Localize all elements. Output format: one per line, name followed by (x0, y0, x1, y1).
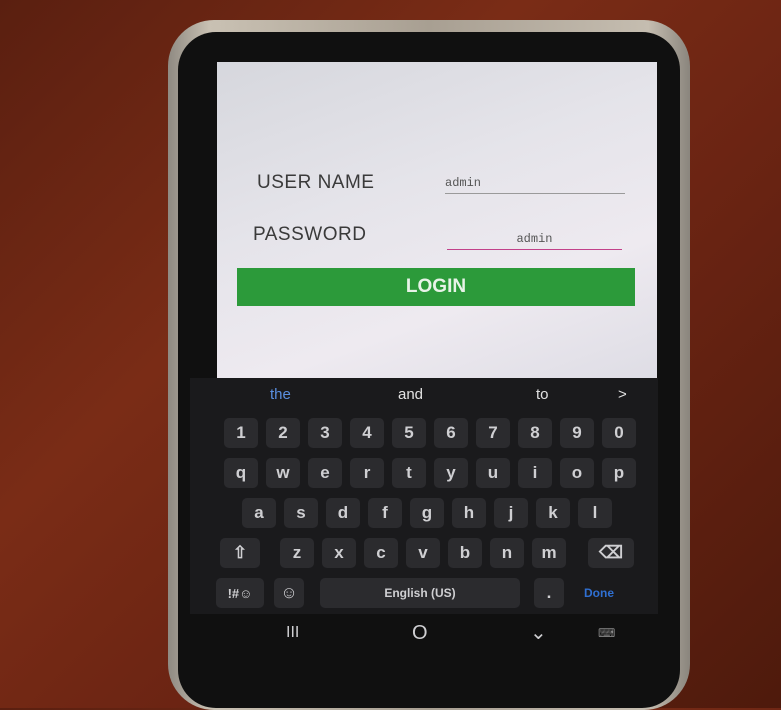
login-button[interactable]: LOGIN (237, 268, 635, 306)
key-t[interactable]: t (392, 458, 426, 488)
key-c[interactable]: c (364, 538, 398, 568)
key-h[interactable]: h (452, 498, 486, 528)
onscreen-keyboard: the and to > 1 2 3 4 5 6 7 8 9 0 q w e r… (190, 378, 658, 614)
key-n[interactable]: n (490, 538, 524, 568)
backspace-key[interactable]: ⌫ (588, 538, 634, 568)
key-b[interactable]: b (448, 538, 482, 568)
key-9[interactable]: 9 (560, 418, 594, 448)
key-g[interactable]: g (410, 498, 444, 528)
key-o[interactable]: o (560, 458, 594, 488)
key-u[interactable]: u (476, 458, 510, 488)
suggestion-the[interactable]: the (270, 386, 291, 403)
qwerty-row: q w e r t y u i o p (190, 458, 658, 492)
key-0[interactable]: 0 (602, 418, 636, 448)
key-a[interactable]: a (242, 498, 276, 528)
done-key[interactable]: Done (574, 578, 624, 608)
key-f[interactable]: f (368, 498, 402, 528)
password-field[interactable]: admin (447, 232, 622, 250)
key-x[interactable]: x (322, 538, 356, 568)
period-key[interactable]: . (534, 578, 564, 608)
home-row: a s d f g h j k l (190, 498, 658, 532)
emoji-key-icon[interactable]: ☺ (274, 578, 304, 608)
key-k[interactable]: k (536, 498, 570, 528)
key-z[interactable]: z (280, 538, 314, 568)
recents-button[interactable]: III (286, 624, 299, 642)
navigation-bar: III O ⌄ ⌨ (190, 614, 658, 664)
key-i[interactable]: i (518, 458, 552, 488)
key-d[interactable]: d (326, 498, 360, 528)
key-r[interactable]: r (350, 458, 384, 488)
space-bar[interactable]: English (US) (320, 578, 520, 608)
key-3[interactable]: 3 (308, 418, 342, 448)
suggestion-to[interactable]: to (536, 386, 549, 403)
key-e[interactable]: e (308, 458, 342, 488)
shift-key[interactable]: ⇧ (220, 538, 260, 568)
key-4[interactable]: 4 (350, 418, 384, 448)
back-button[interactable]: ⌄ (530, 620, 547, 645)
symbols-key[interactable]: !#☺ (216, 578, 264, 608)
key-8[interactable]: 8 (518, 418, 552, 448)
key-w[interactable]: w (266, 458, 300, 488)
key-5[interactable]: 5 (392, 418, 426, 448)
key-m[interactable]: m (532, 538, 566, 568)
key-6[interactable]: 6 (434, 418, 468, 448)
password-label: PASSWORD (253, 224, 367, 245)
key-p[interactable]: p (602, 458, 636, 488)
username-label: USER NAME (257, 172, 375, 193)
bottom-letter-row: ⇧ z x c v b n m ⌫ (190, 538, 658, 572)
key-j[interactable]: j (494, 498, 528, 528)
key-2[interactable]: 2 (266, 418, 300, 448)
key-s[interactable]: s (284, 498, 318, 528)
key-l[interactable]: l (578, 498, 612, 528)
more-suggestions-icon[interactable]: > (618, 386, 627, 403)
key-1[interactable]: 1 (224, 418, 258, 448)
key-7[interactable]: 7 (476, 418, 510, 448)
suggestion-and[interactable]: and (398, 386, 423, 403)
username-field[interactable]: admin (445, 176, 625, 194)
number-row: 1 2 3 4 5 6 7 8 9 0 (190, 418, 658, 452)
key-q[interactable]: q (224, 458, 258, 488)
key-v[interactable]: v (406, 538, 440, 568)
login-screen: USER NAME admin PASSWORD admin LOGIN (217, 62, 657, 378)
action-row: !#☺ ☺ English (US) . Done (190, 578, 658, 612)
suggestion-bar: the and to > (190, 378, 658, 412)
key-y[interactable]: y (434, 458, 468, 488)
keyboard-icon[interactable]: ⌨ (598, 626, 615, 640)
home-button[interactable]: O (412, 622, 428, 645)
